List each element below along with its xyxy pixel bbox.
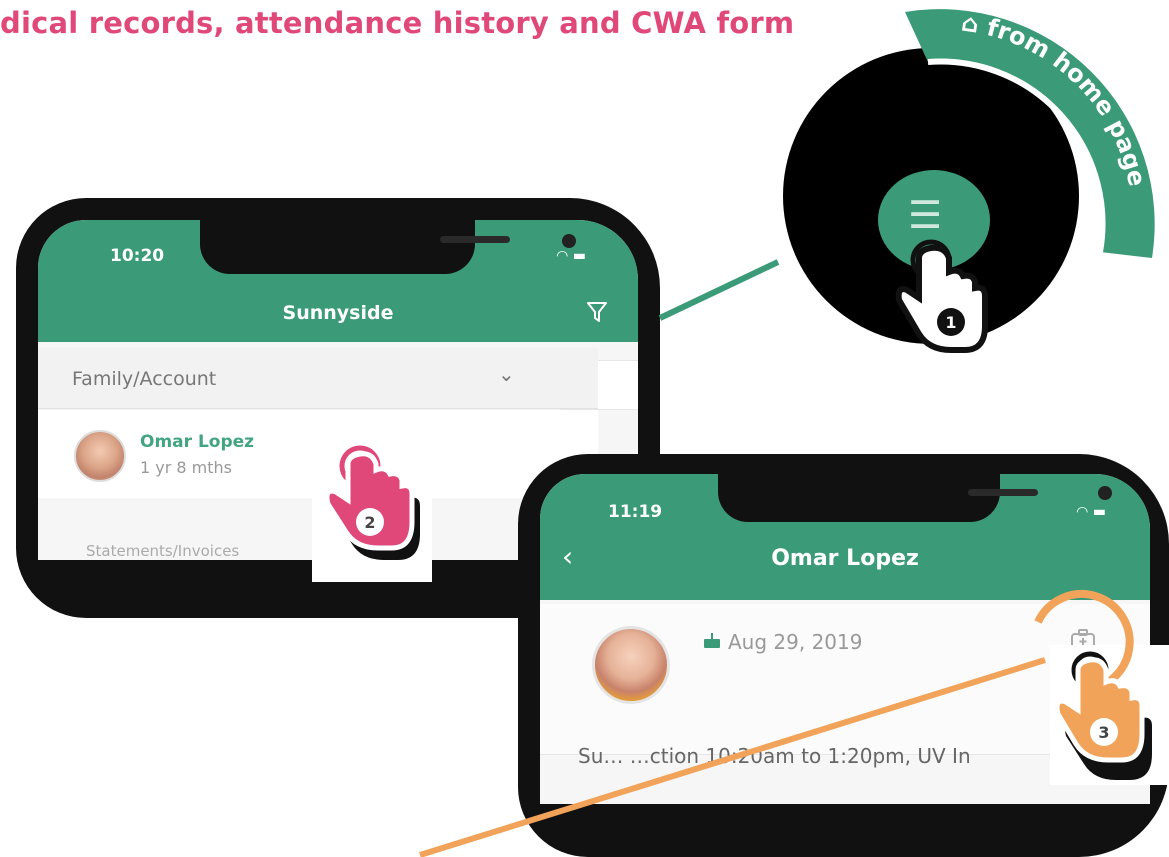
tap-hand-icon: 3 bbox=[1042, 648, 1167, 788]
step-2-number: 2 bbox=[364, 513, 375, 532]
tap-hand-icon: 2 bbox=[312, 430, 432, 560]
step-1-number: 1 bbox=[945, 313, 956, 332]
tap-hand-icon: 1 bbox=[885, 238, 1005, 358]
step-3-number: 3 bbox=[1098, 723, 1109, 742]
arc-banner: ⌂ from home page bbox=[905, 8, 1155, 259]
